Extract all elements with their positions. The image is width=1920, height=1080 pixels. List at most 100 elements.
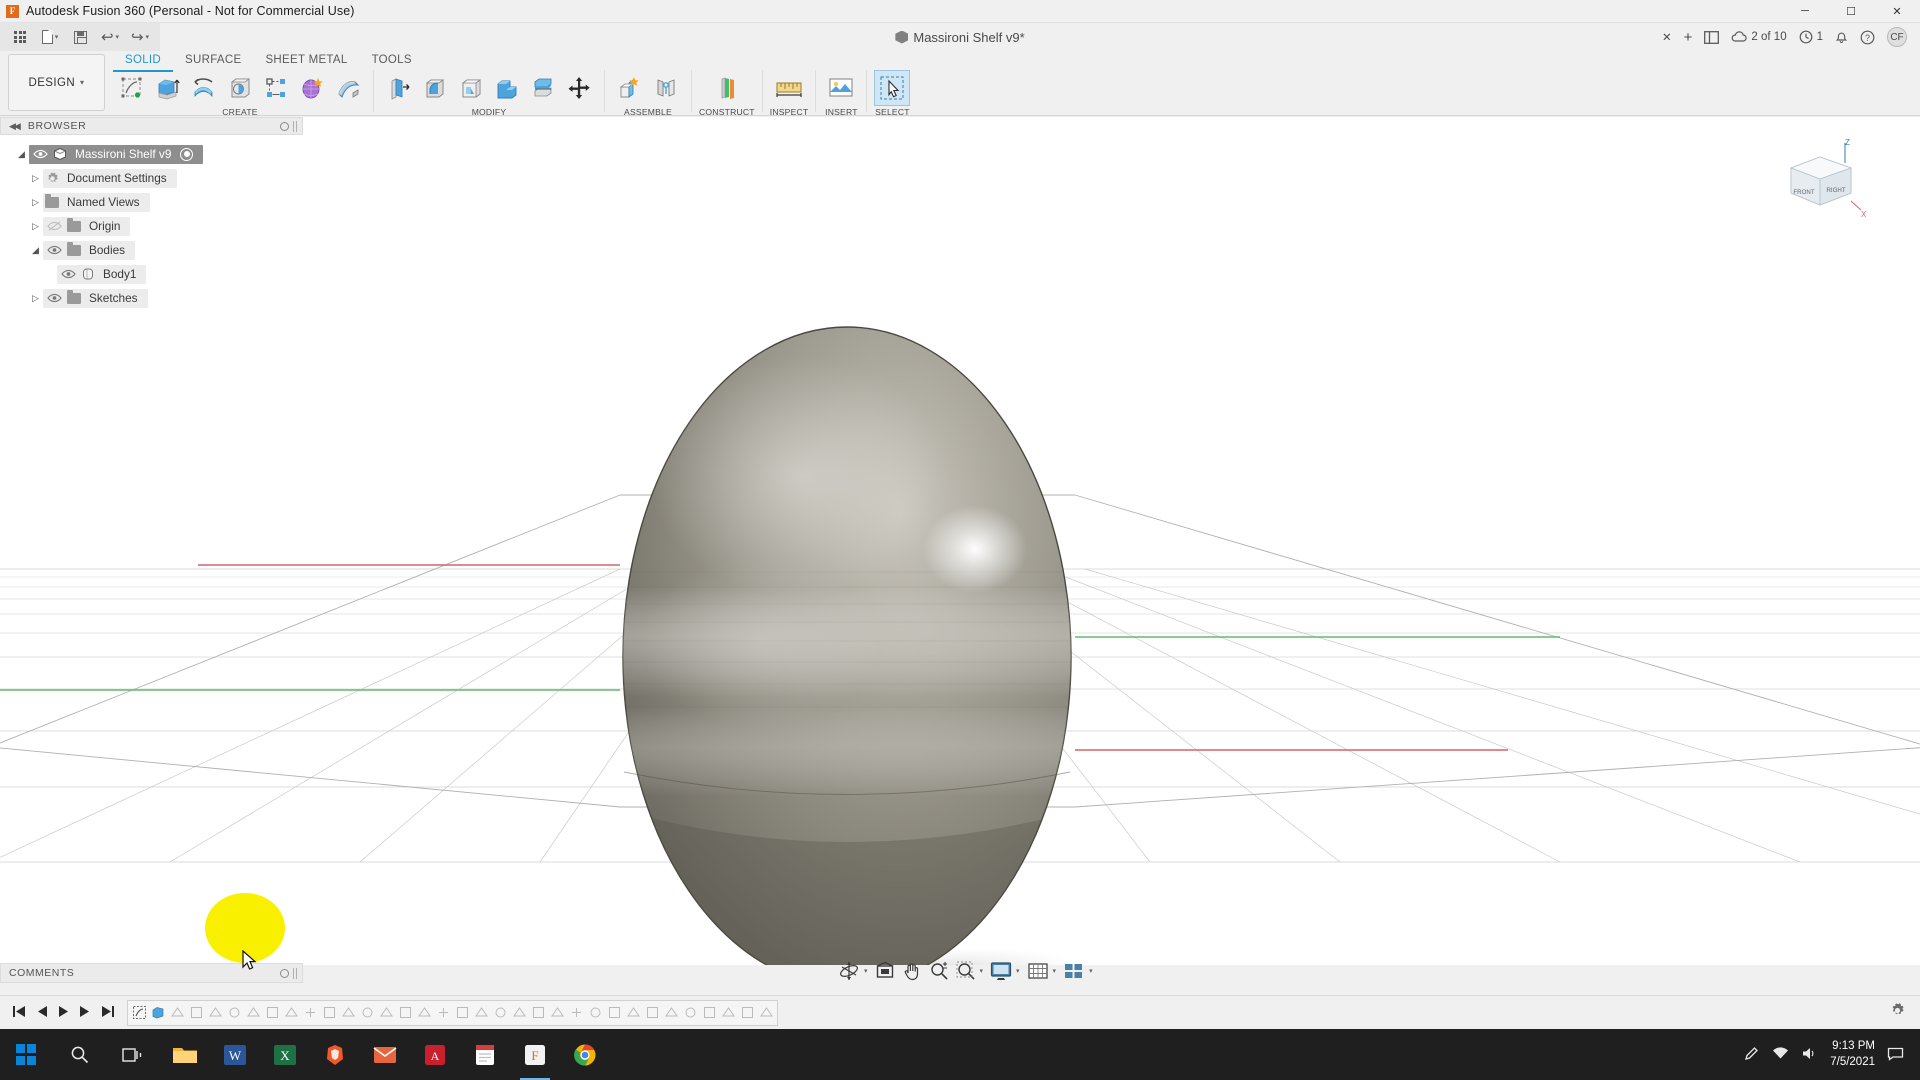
move-copy-icon[interactable] — [561, 70, 597, 106]
maximize-button[interactable]: ☐ — [1828, 0, 1874, 23]
fillet-icon[interactable] — [417, 70, 453, 106]
network-icon[interactable] — [1772, 1046, 1789, 1063]
tab-close-button[interactable]: ✕ — [1657, 26, 1677, 48]
visibility-eye-off-icon[interactable] — [43, 221, 65, 231]
skip-start-icon[interactable] — [12, 1005, 26, 1021]
measure-icon[interactable] — [771, 70, 807, 106]
taskbar-app-brave[interactable] — [310, 1029, 360, 1080]
new-component-icon[interactable] — [612, 70, 648, 106]
visibility-eye-icon[interactable] — [57, 269, 79, 279]
tab-solid[interactable]: SOLID — [113, 51, 174, 72]
add-tab-button[interactable]: + — [1679, 26, 1698, 48]
group-label-assemble[interactable]: ASSEMBLE — [624, 107, 672, 117]
expand-triangle-icon[interactable]: ◢ — [28, 245, 43, 256]
insert-mcmaster-icon[interactable] — [823, 70, 859, 106]
help-button[interactable]: ? — [1855, 26, 1880, 48]
joint-icon[interactable] — [648, 70, 684, 106]
undo-icon[interactable]: ↩ ▾ — [95, 25, 125, 49]
taskbar-app-fusion360[interactable]: F — [510, 1029, 560, 1080]
timeline-marker[interactable] — [130, 1002, 148, 1024]
form-icon[interactable] — [294, 70, 330, 106]
windows-start-icon[interactable] — [0, 1029, 52, 1080]
redo-icon[interactable]: ↪ ▾ — [125, 25, 155, 49]
browser-resize-grip[interactable] — [293, 120, 297, 132]
taskbar-app-word[interactable]: W — [210, 1029, 260, 1080]
task-view-icon[interactable] — [106, 1046, 160, 1064]
tree-item-massironi-shelf[interactable]: ◢ Massironi Shelf v9 — [0, 142, 303, 166]
data-panel-icon[interactable] — [1699, 26, 1724, 48]
visibility-eye-icon[interactable] — [43, 245, 65, 255]
tab-surface[interactable]: SURFACE — [173, 51, 253, 72]
extrude-icon[interactable] — [150, 70, 186, 106]
grid-snap-icon[interactable]: ▾ — [1024, 958, 1060, 984]
sweep-icon[interactable] — [222, 70, 258, 106]
zoom-icon[interactable] — [926, 958, 952, 984]
browser-options-icon[interactable] — [280, 121, 289, 131]
group-label-select[interactable]: SELECT — [875, 107, 910, 117]
job-status-indicator[interactable]: 2 of 10 — [1726, 26, 1791, 48]
pattern-icon[interactable] — [258, 70, 294, 106]
offset-plane-icon[interactable] — [709, 70, 745, 106]
expand-triangle-icon[interactable]: ▷ — [28, 197, 43, 208]
create-sketch-icon[interactable] — [114, 70, 150, 106]
expand-triangle-icon[interactable]: ▷ — [28, 173, 43, 184]
offset-face-icon[interactable] — [525, 70, 561, 106]
new-document-icon[interactable]: ▾ — [35, 25, 65, 49]
tree-item-document-settings[interactable]: ▷ Document Settings — [0, 166, 303, 190]
tree-item-bodies[interactable]: ◢ Bodies — [0, 238, 303, 262]
taskbar-app-notes[interactable] — [460, 1029, 510, 1080]
notification-icon[interactable] — [1887, 1046, 1904, 1064]
minimize-button[interactable]: ─ — [1782, 0, 1828, 23]
group-label-construct[interactable]: CONSTRUCT — [699, 107, 755, 117]
save-icon[interactable] — [65, 25, 95, 49]
taskbar-app-mail[interactable] — [360, 1029, 410, 1080]
taskbar-app-chrome[interactable] — [560, 1029, 610, 1080]
history-indicator[interactable]: 1 — [1794, 26, 1828, 48]
visibility-eye-icon[interactable] — [43, 293, 65, 303]
group-label-create[interactable]: CREATE — [222, 107, 257, 117]
timeline-feature-strip[interactable] — [127, 999, 778, 1026]
volume-icon[interactable] — [1801, 1046, 1818, 1064]
visibility-eye-icon[interactable] — [29, 149, 51, 159]
tree-item-named-views[interactable]: ▷ Named Views — [0, 190, 303, 214]
chevron-down-icon[interactable]: ▾ — [1089, 967, 1093, 975]
chevron-down-icon[interactable]: ▾ — [1016, 967, 1020, 975]
taskbar-app-acrobat[interactable]: A — [410, 1029, 460, 1080]
avatar[interactable]: CF — [1882, 26, 1912, 48]
orbit-icon[interactable]: ▾ — [835, 958, 871, 984]
search-icon[interactable] — [52, 1045, 106, 1064]
chevron-down-icon[interactable]: ▾ — [864, 967, 868, 975]
group-label-inspect[interactable]: INSPECT — [770, 107, 809, 117]
zoom-window-icon[interactable]: ▾ — [953, 958, 987, 984]
close-button[interactable]: ✕ — [1874, 0, 1920, 23]
select-cursor-icon[interactable] — [874, 70, 911, 106]
collapse-left-icon[interactable]: ◀◀ — [9, 121, 21, 132]
expand-triangle-icon[interactable]: ◢ — [14, 149, 29, 160]
expand-triangle-icon[interactable]: ▷ — [28, 293, 43, 304]
gear-icon[interactable] — [1889, 1002, 1906, 1024]
revolve-icon[interactable] — [186, 70, 222, 106]
tree-item-body1[interactable]: Body1 — [0, 262, 303, 286]
tab-tools[interactable]: TOOLS — [360, 51, 424, 72]
activate-radio-icon[interactable] — [180, 147, 194, 161]
notifications-icon[interactable] — [1830, 26, 1853, 48]
comments-options-icon[interactable] — [280, 968, 289, 978]
group-label-modify[interactable]: MODIFY — [472, 107, 507, 117]
look-at-icon[interactable] — [872, 958, 898, 984]
workspace-switcher[interactable]: DESIGN ▾ — [8, 54, 105, 111]
expand-triangle-icon[interactable]: ▷ — [28, 221, 43, 232]
viewports-icon[interactable]: ▾ — [1060, 958, 1096, 984]
step-forward-icon[interactable] — [79, 1005, 92, 1021]
comments-resize-grip[interactable] — [293, 967, 297, 979]
chevron-down-icon[interactable]: ▾ — [980, 967, 984, 975]
pen-icon[interactable] — [1743, 1045, 1760, 1065]
pan-hand-icon[interactable] — [899, 958, 925, 984]
view-cube[interactable]: Z FRONT RIGHT X — [1773, 135, 1868, 220]
press-pull-icon[interactable] — [381, 70, 417, 106]
timeline-marker[interactable] — [149, 1002, 167, 1024]
shell-icon[interactable] — [453, 70, 489, 106]
play-icon[interactable] — [57, 1005, 70, 1021]
tree-item-sketches[interactable]: ▷ Sketches — [0, 286, 303, 310]
taskbar-clock[interactable]: 9:13 PM 7/5/2021 — [1830, 1039, 1875, 1069]
chevron-down-icon[interactable]: ▾ — [1053, 967, 1057, 975]
